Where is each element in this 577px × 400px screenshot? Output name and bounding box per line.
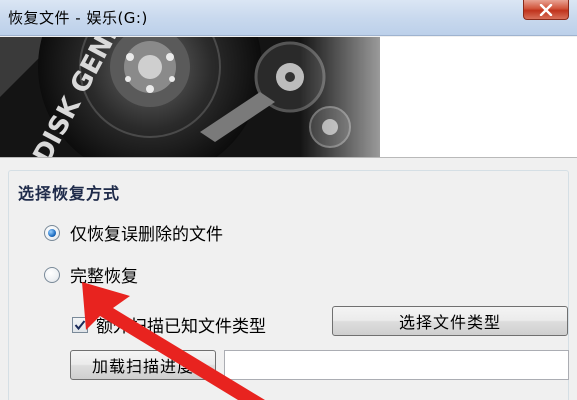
load-scan-progress-button[interactable]: 加载扫描进度 — [70, 350, 216, 380]
window-title: 恢复文件 - 娱乐(G:) — [8, 9, 148, 27]
close-icon — [539, 3, 553, 16]
radio-label-full-recovery: 完整恢复 — [70, 267, 138, 287]
extra-scan-option[interactable]: 额外扫描已知文件类型 — [72, 312, 266, 337]
radio-label-undelete: 仅恢复误删除的文件 — [70, 225, 223, 245]
extra-scan-checkbox[interactable] — [72, 316, 88, 333]
radio-button-selected[interactable] — [44, 224, 60, 241]
select-file-types-button[interactable]: 选择文件类型 — [332, 306, 568, 336]
group-title: 选择恢复方式 — [18, 184, 121, 203]
extra-scan-label: 额外扫描已知文件类型 — [96, 317, 266, 337]
radio-option-undelete[interactable]: 仅恢复误删除的文件 — [44, 220, 223, 245]
disk-genius-banner: DISK GENIUS — [0, 37, 577, 158]
radio-option-full-recovery[interactable]: 完整恢复 — [44, 262, 138, 287]
title-bar: 恢复文件 - 娱乐(G:) — [0, 0, 577, 36]
close-button[interactable] — [523, 0, 569, 20]
radio-button[interactable] — [44, 266, 60, 283]
scan-progress-path-field[interactable] — [224, 350, 569, 380]
recover-files-dialog: 恢复文件 - 娱乐(G:) DISK GENIUS 选择恢复方式 仅恢复误删除的… — [0, 0, 577, 400]
checkmark-icon — [74, 319, 86, 330]
